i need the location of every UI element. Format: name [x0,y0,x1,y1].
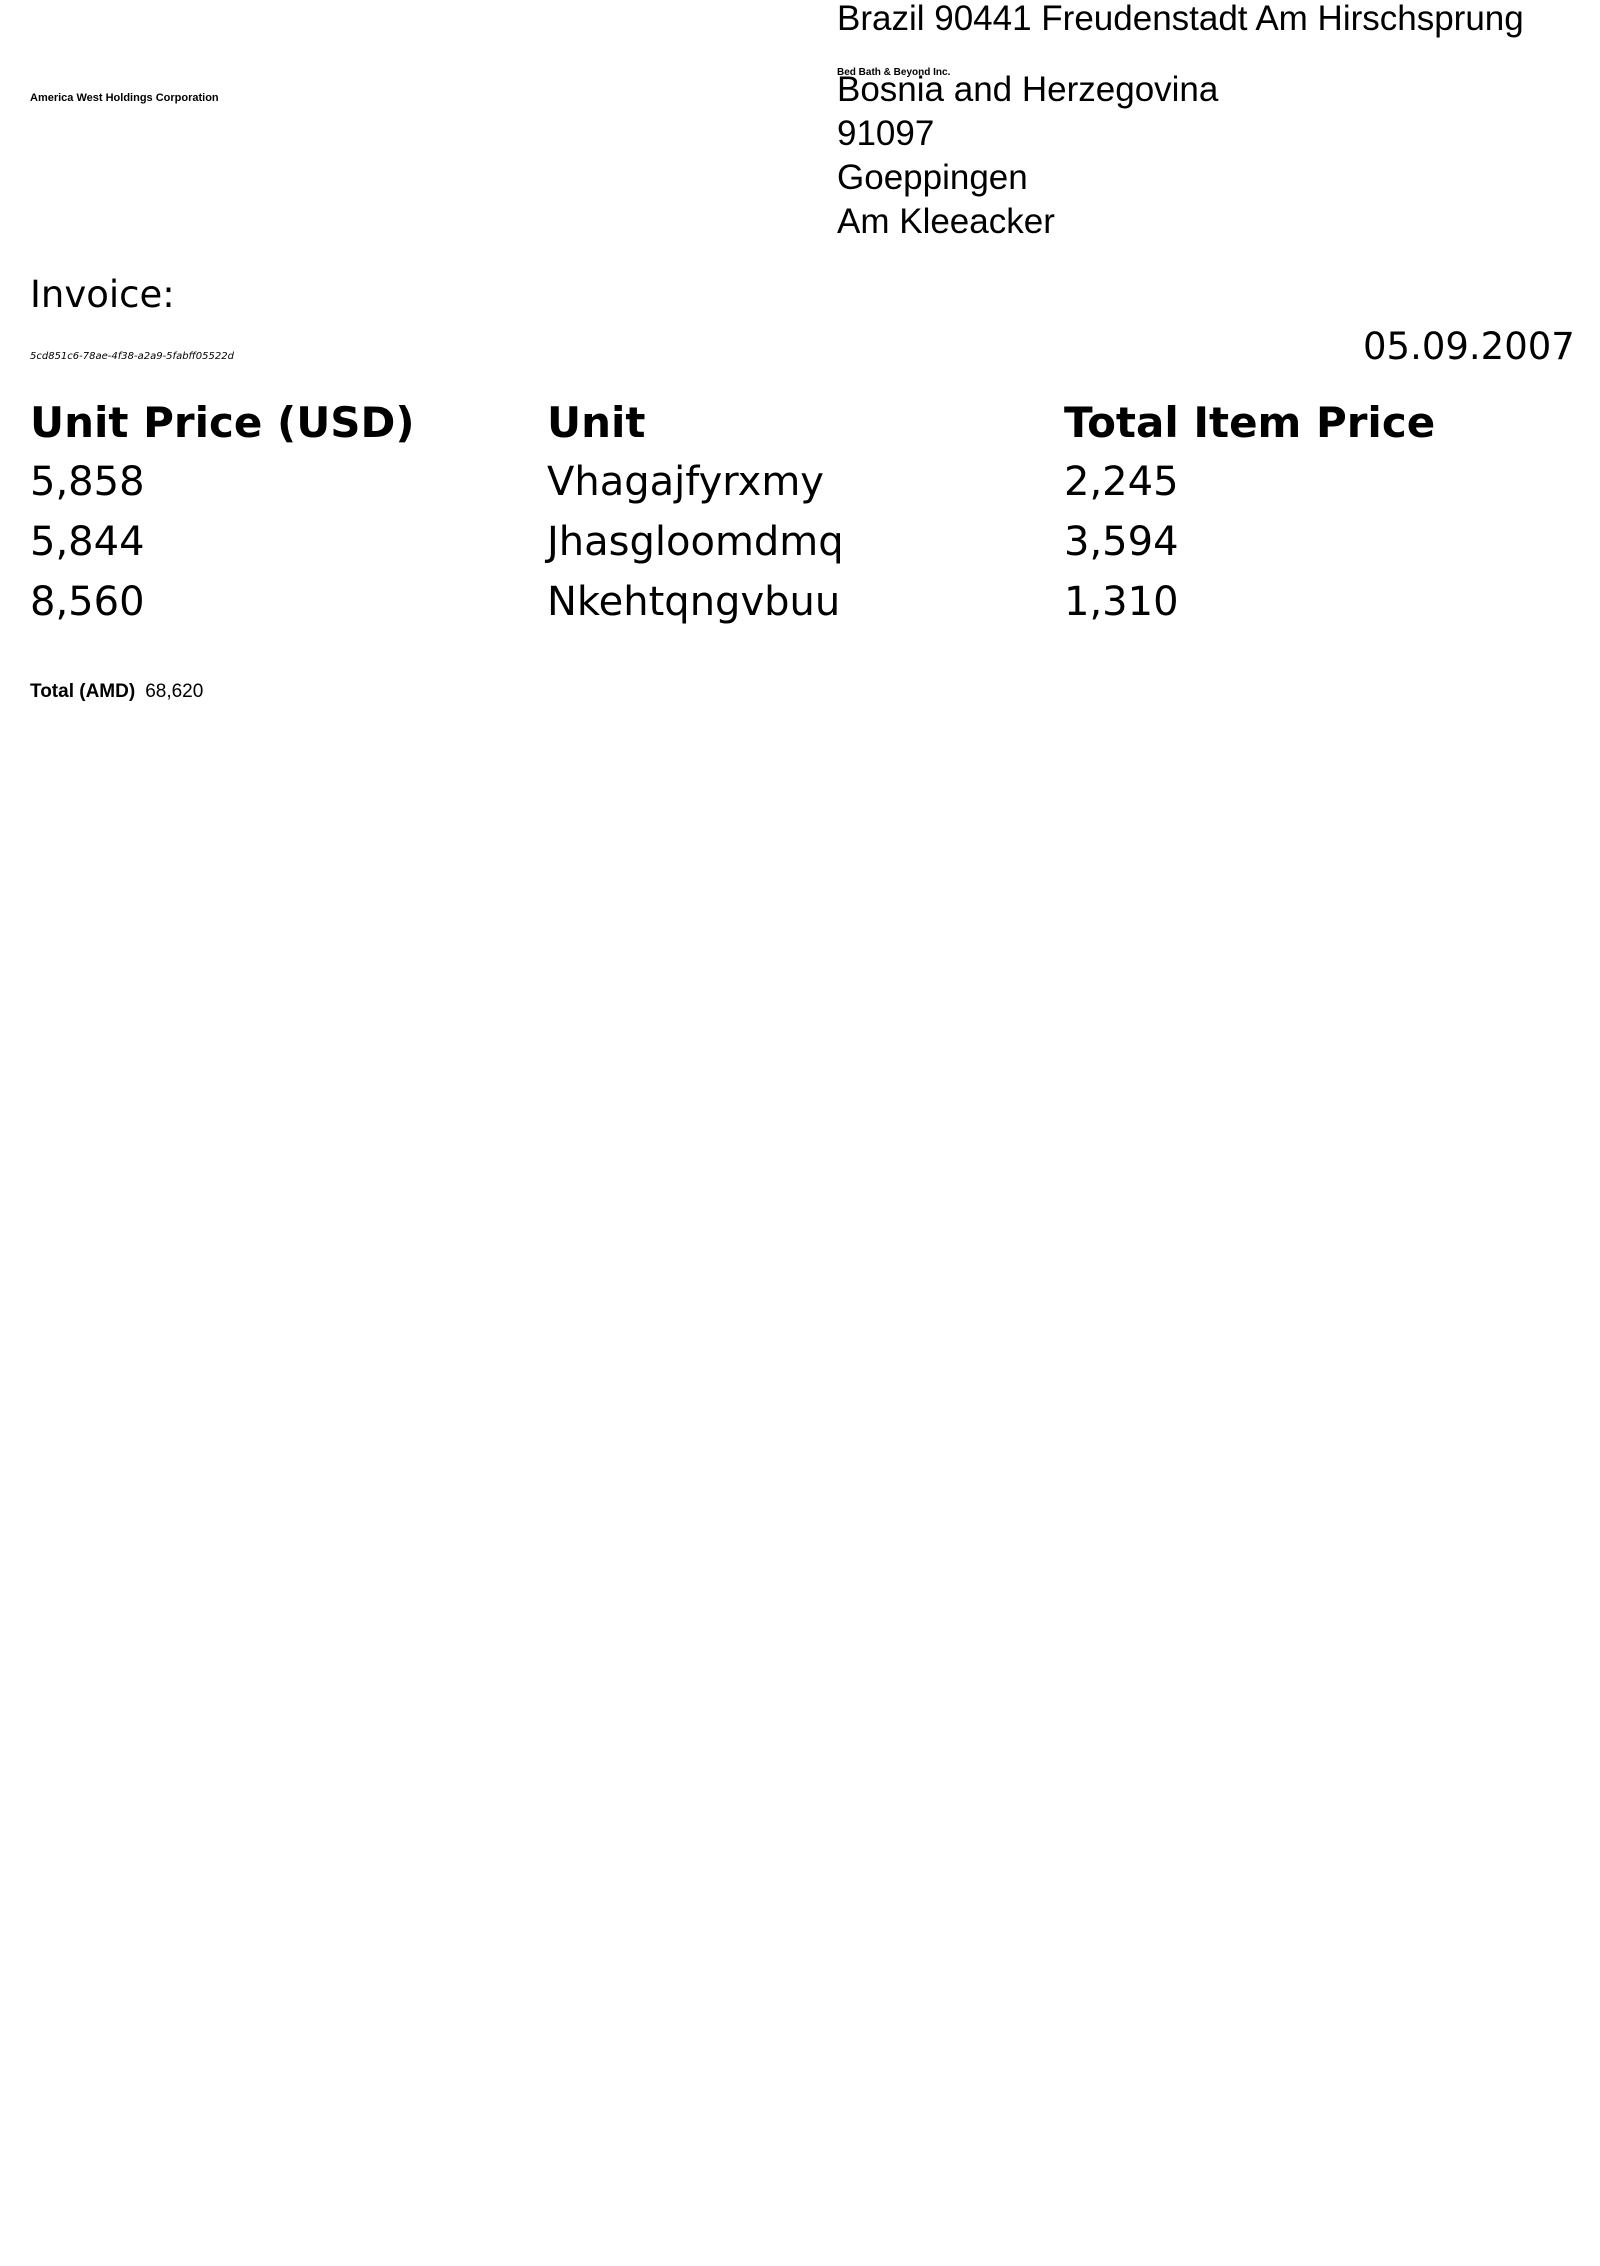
recipient-address-line: Brazil 90441 Freudenstadt Am Hirschsprun… [837,0,1524,38]
total-value: 68,620 [145,681,204,702]
total-label: Total (AMD) [30,681,136,702]
cell-total-item-price: 1,310 [1064,579,1179,625]
cell-unit: Nkehtqngvbuu [547,579,841,625]
recipient-postal-code: 91097 [837,114,935,153]
items-table: Unit Price (USD) Unit Total Item Price 5… [30,392,1580,632]
cell-total-item-price: 3,594 [1064,519,1179,565]
table-row: 5,858 Vhagajfyrxmy 2,245 [30,452,1580,512]
invoice-id: 5cd851c6-78ae-4f38-a2a9-5fabff05522d [30,351,234,362]
cell-unit-price: 5,858 [30,459,145,505]
invoice-label: Invoice: [30,273,175,316]
cell-unit-price: 8,560 [30,579,145,625]
table-header-row: Unit Price (USD) Unit Total Item Price [30,392,1580,452]
recipient-address-block: Bosnia and Herzegovina 91097 Goeppingen … [837,68,1218,244]
recipient-street: Am Kleeacker [837,202,1055,241]
recipient-city: Goeppingen [837,158,1028,197]
recipient-company-name: Bed Bath & Beyond Inc. [837,67,951,78]
header-unit: Unit [547,397,646,447]
cell-total-item-price: 2,245 [1064,459,1179,505]
total-row: Total (AMD) 68,620 [30,681,203,703]
header-total-item-price: Total Item Price [1064,397,1436,447]
table-row: 5,844 Jhasgloomdmq 3,594 [30,512,1580,572]
header-unit-price: Unit Price (USD) [30,397,415,447]
cell-unit: Jhasgloomdmq [547,519,844,565]
table-row: 8,560 Nkehtqngvbuu 1,310 [30,572,1580,632]
cell-unit-price: 5,844 [30,519,145,565]
cell-unit: Vhagajfyrxmy [547,459,824,505]
invoice-date: 05.09.2007 [1363,325,1575,368]
sender-company-name: America West Holdings Corporation [30,92,219,104]
